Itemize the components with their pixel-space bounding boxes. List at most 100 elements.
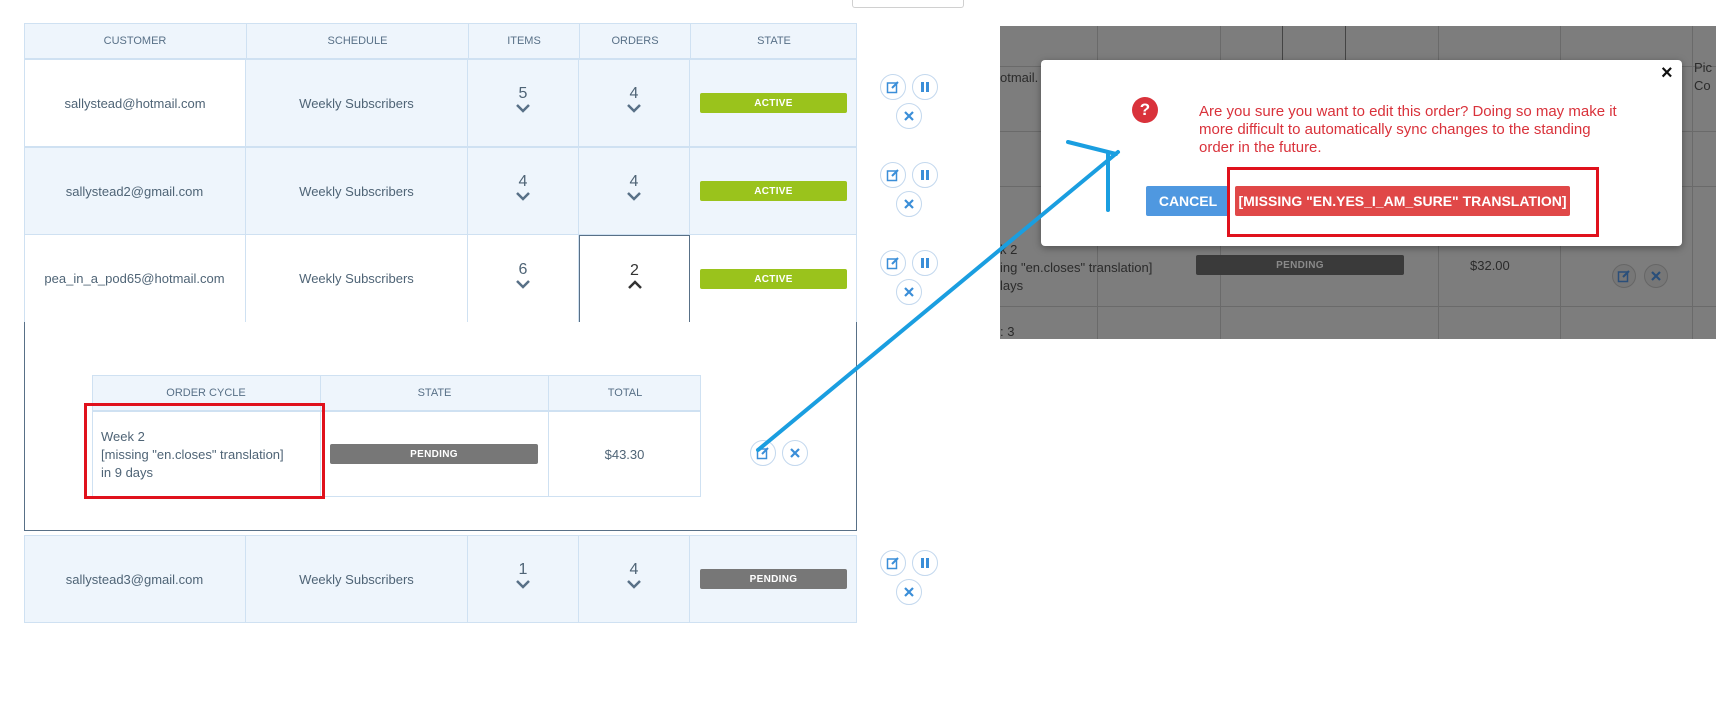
highlight-box <box>1227 167 1599 237</box>
items-count: 1 <box>518 561 528 578</box>
close-x-icon <box>904 287 914 297</box>
edit-icon <box>886 81 899 94</box>
bg-week-fragment: k 2 <box>1000 242 1018 257</box>
bg-total: $32.00 <box>1470 258 1510 273</box>
customer-email: sallystead@hotmail.com <box>24 59 246 147</box>
edit-button[interactable] <box>880 550 906 576</box>
edit-order-button[interactable] <box>750 440 776 466</box>
items-toggle[interactable]: 4 <box>468 147 579 235</box>
orders-count: 4 <box>629 85 639 102</box>
items-count: 4 <box>518 173 528 190</box>
close-x-icon <box>904 199 914 209</box>
question-icon: ? <box>1132 97 1158 123</box>
chevron-down-icon <box>516 192 530 201</box>
orders-toggle-open[interactable]: 2 <box>579 235 690 324</box>
customer-email: pea_in_a_pod65@hotmail.com <box>24 235 246 323</box>
header-state: STATE <box>690 23 857 59</box>
chevron-down-icon <box>516 580 530 589</box>
pause-button[interactable] <box>912 74 938 100</box>
edit-icon <box>886 169 899 182</box>
orders-toggle[interactable]: 4 <box>579 535 690 623</box>
items-toggle[interactable]: 5 <box>468 59 579 147</box>
close-x-icon <box>790 448 800 458</box>
status-badge: PENDING <box>330 444 538 464</box>
status-badge: ACTIVE <box>700 93 847 113</box>
orders-toggle[interactable]: 4 <box>579 59 690 147</box>
bg-pick-fragment: Co <box>1694 78 1711 93</box>
status-badge: PENDING <box>700 569 847 589</box>
pause-icon <box>921 258 929 268</box>
bg-grid-line <box>1692 26 1693 339</box>
close-x-icon <box>904 587 914 597</box>
edit-button[interactable] <box>880 162 906 188</box>
edit-icon <box>886 557 899 570</box>
items-toggle[interactable]: 6 <box>468 235 579 323</box>
schedule-name: Weekly Subscribers <box>246 535 468 623</box>
status-badge: ACTIVE <box>700 181 847 201</box>
schedule-name: Weekly Subscribers <box>246 147 468 235</box>
orders-count: 2 <box>630 262 639 279</box>
edit-button[interactable] <box>880 250 906 276</box>
pause-icon <box>921 170 929 180</box>
pause-icon <box>921 82 929 92</box>
highlight-box <box>84 403 325 499</box>
customer-email: sallystead3@gmail.com <box>24 535 246 623</box>
orders-count: 4 <box>629 173 639 190</box>
bg-status-badge: PENDING <box>1196 255 1404 275</box>
status-badge: ACTIVE <box>700 269 847 289</box>
chevron-up-icon <box>627 280 642 289</box>
orders-count: 4 <box>629 561 639 578</box>
dialog-message: Are you sure you want to edit this order… <box>1199 103 1617 156</box>
bg-closes-fragment: ing "en.closes" translation] <box>1000 260 1153 275</box>
header-order-state: STATE <box>320 375 548 411</box>
cancel-button[interactable] <box>896 103 922 129</box>
close-x-icon <box>904 111 914 121</box>
bg-grid-line <box>1000 306 1716 307</box>
row-actions <box>880 162 942 222</box>
inset-screenshot: otmail. Pic Co k 2 ing "en.closes" trans… <box>1000 26 1716 339</box>
chevron-down-icon <box>627 192 641 201</box>
top-button-edge <box>852 0 964 8</box>
chevron-down-icon <box>516 104 530 113</box>
edit-icon <box>886 257 899 270</box>
confirm-dialog: × ? Are you sure you want to edit this o… <box>1041 60 1682 246</box>
header-schedule: SCHEDULE <box>246 23 468 59</box>
pause-button[interactable] <box>912 250 938 276</box>
pause-button[interactable] <box>912 550 938 576</box>
edit-button[interactable] <box>880 74 906 100</box>
cancel-button[interactable] <box>896 279 922 305</box>
pause-icon <box>921 558 929 568</box>
cancel-button[interactable]: CANCEL <box>1146 186 1230 216</box>
row-actions <box>880 74 942 134</box>
edit-icon <box>756 447 769 460</box>
bg-edit-icon <box>1612 264 1636 288</box>
items-count: 5 <box>518 85 528 102</box>
delete-order-button[interactable] <box>782 440 808 466</box>
chevron-down-icon <box>627 580 641 589</box>
header-customer: CUSTOMER <box>103 35 167 47</box>
bg-close-icon <box>1644 264 1668 288</box>
pause-button[interactable] <box>912 162 938 188</box>
customer-email: sallystead2@gmail.com <box>24 147 246 235</box>
bg-email-fragment: otmail. <box>1000 70 1039 85</box>
items-count: 6 <box>518 261 528 278</box>
header-order-total: TOTAL <box>548 375 701 411</box>
header-items: ITEMS <box>468 23 579 59</box>
cancel-button[interactable] <box>896 579 922 605</box>
close-x-icon <box>1651 271 1661 281</box>
schedule-name: Weekly Subscribers <box>246 59 468 147</box>
bg-days-fragment: lays <box>1000 278 1024 293</box>
order-total: $43.30 <box>604 446 645 462</box>
chevron-down-icon <box>627 104 641 113</box>
edit-icon <box>1617 270 1630 283</box>
dialog-close-button[interactable]: × <box>1661 62 1673 85</box>
items-toggle[interactable]: 1 <box>468 535 579 623</box>
header-orders: ORDERS <box>579 23 690 59</box>
schedule-name: Weekly Subscribers <box>246 235 468 323</box>
row-actions <box>880 550 942 610</box>
bg-pick-fragment: Pic <box>1694 60 1713 75</box>
row-actions <box>880 250 942 310</box>
orders-toggle[interactable]: 4 <box>579 147 690 235</box>
bg-cycle3-fragment: : 3 <box>1000 324 1015 339</box>
cancel-button[interactable] <box>896 191 922 217</box>
